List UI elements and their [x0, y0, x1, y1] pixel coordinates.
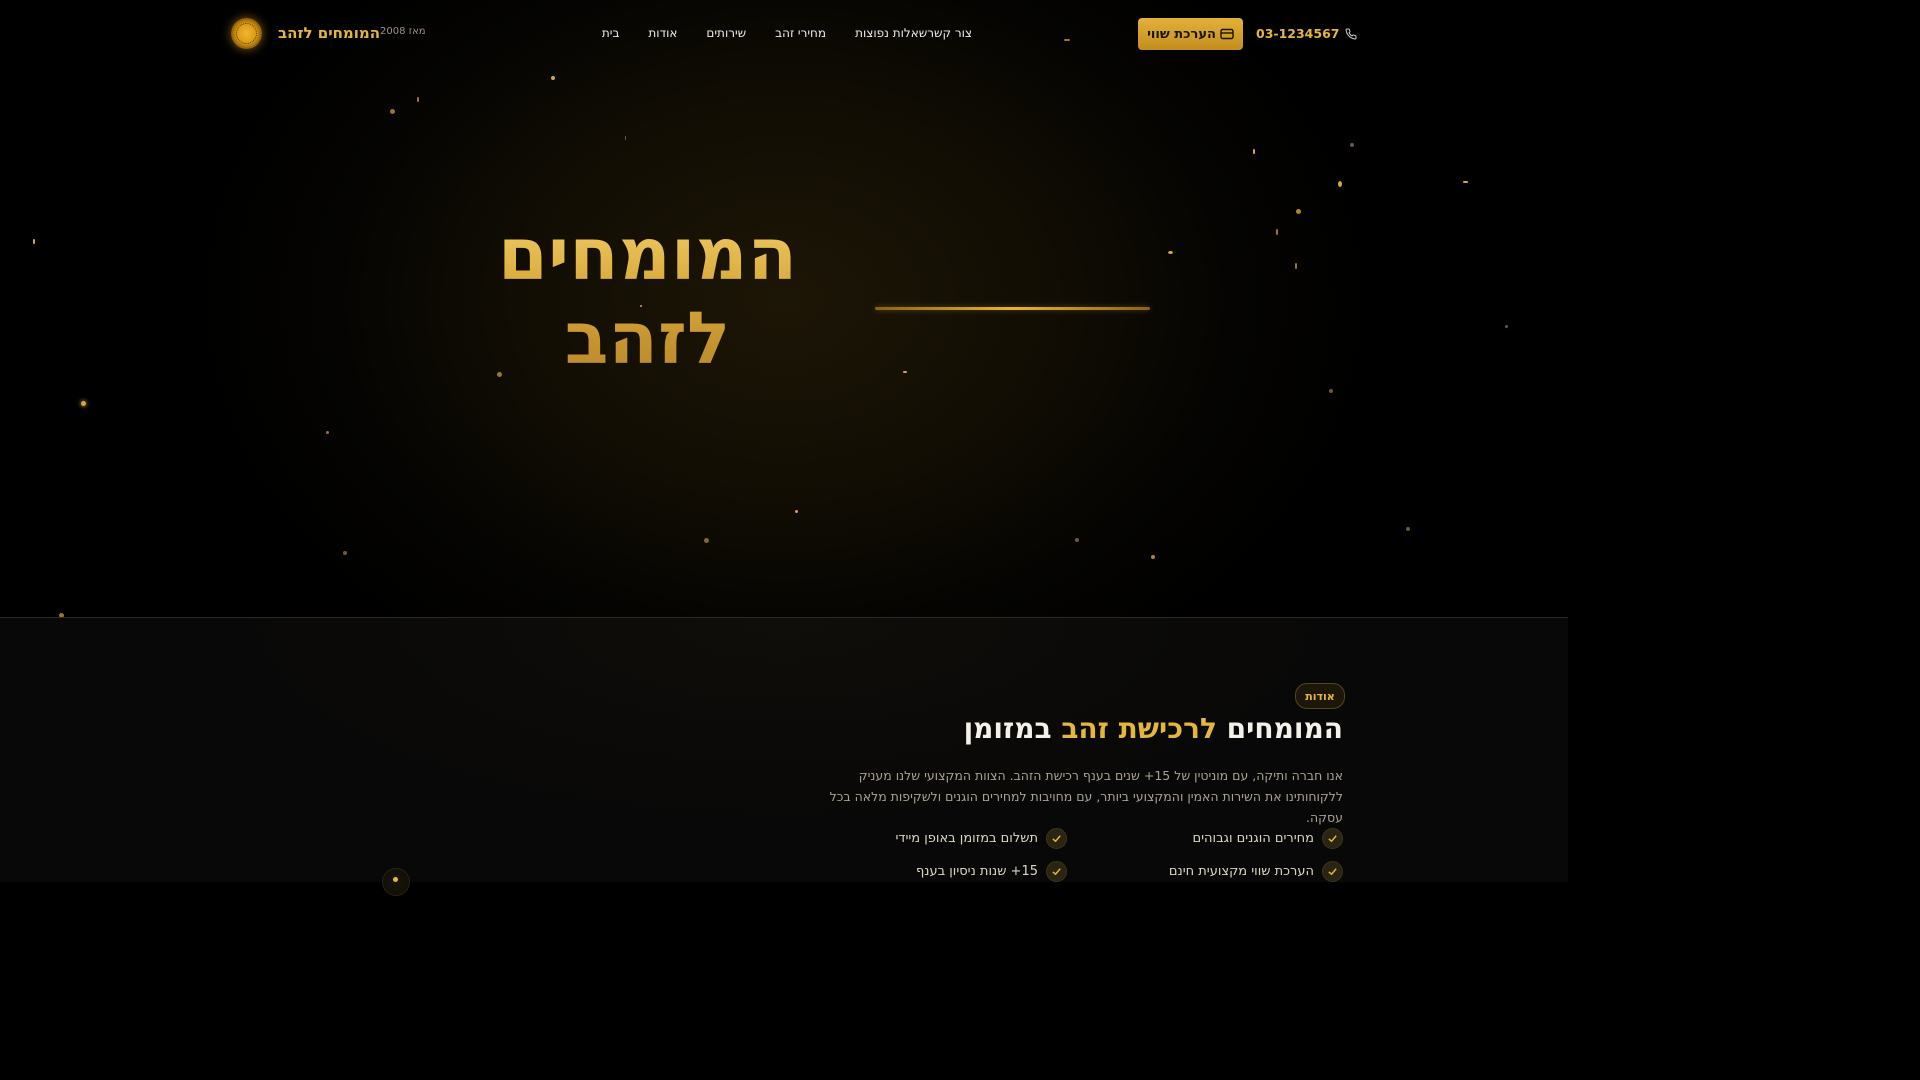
- hero-section: המומחים לזהב: [0, 0, 1568, 618]
- check-icon: [1046, 861, 1067, 882]
- feature-label: תשלום במזומן באופן מיידי: [895, 831, 1038, 846]
- sparkle: [1064, 39, 1070, 41]
- feature-item: הערכת שווי מקצועית חינם: [1169, 861, 1343, 882]
- check-icon: [1322, 828, 1343, 849]
- sparkle: [1253, 149, 1255, 154]
- hero-divider: [875, 307, 1150, 310]
- card-icon: [1220, 28, 1234, 40]
- feature-label: מחירים הוגנים וגבוהים: [1192, 831, 1314, 846]
- nav-item-gold-prices[interactable]: מחירי זהב: [775, 26, 826, 40]
- sparkle: [81, 401, 86, 406]
- about-title-highlight: לרכישת זהב: [1061, 712, 1217, 745]
- coin-icon: [382, 868, 410, 896]
- phone-icon: [1346, 27, 1357, 39]
- sparkle: [1338, 181, 1342, 187]
- check-icon: [1046, 828, 1067, 849]
- nav-item-services[interactable]: שירותים: [706, 26, 746, 40]
- sparkle: [1295, 263, 1297, 269]
- check-icon: [1322, 861, 1343, 882]
- sparkle: [704, 538, 709, 543]
- valuation-button-label: הערכת שווי: [1147, 26, 1216, 42]
- feature-label: הערכת שווי מקצועית חינם: [1168, 864, 1314, 879]
- sparkle: [1075, 538, 1079, 542]
- sparkle: [417, 97, 419, 102]
- hero-title-line-1: המומחים: [497, 212, 798, 296]
- sparkle: [551, 76, 555, 80]
- nav-item-contact[interactable]: צור קשר: [927, 26, 972, 40]
- sparkle: [1168, 251, 1173, 254]
- brand-name[interactable]: המומחים לזהב: [278, 24, 380, 42]
- sparkle: [390, 109, 395, 114]
- main-nav: בית אודות שירותים מחירי זהב שאלות נפוצות…: [573, 26, 972, 40]
- feature-item: מחירים הוגנים וגבוהים: [1193, 828, 1343, 849]
- sparkle: [903, 371, 907, 373]
- about-paragraph: אנו חברה ותיקה, עם מוניטין של 15+ שנים ב…: [829, 768, 1343, 825]
- about-title-part-1: המומחים: [1226, 712, 1343, 745]
- sparkle: [1505, 325, 1508, 328]
- feature-item: 15+ שנות ניסיון בענף: [916, 861, 1067, 882]
- feature-label: 15+ שנות ניסיון בענף: [915, 864, 1038, 879]
- sparkle: [1329, 389, 1333, 393]
- since-label: מאז 2008: [380, 26, 426, 37]
- phone-link[interactable]: 03-1234567: [1256, 26, 1357, 41]
- feature-item: תשלום במזומן באופן מיידי: [895, 828, 1067, 849]
- about-title: המומחים לרכישת זהב במזומן: [964, 712, 1343, 745]
- sparkle: [1151, 555, 1155, 559]
- sparkle: [1406, 527, 1410, 531]
- valuation-button[interactable]: הערכת שווי: [1138, 18, 1243, 50]
- sparkle: [1463, 181, 1468, 183]
- nav-item-faq[interactable]: שאלות נפוצות: [855, 26, 927, 40]
- phone-number: 03-1234567: [1256, 26, 1340, 41]
- sparkle: [625, 136, 626, 140]
- about-badge: אודות: [1295, 683, 1345, 709]
- about-title-part-2: במזומן: [963, 712, 1052, 745]
- nav-item-home[interactable]: בית: [602, 26, 620, 40]
- sparkle: [33, 239, 35, 244]
- sparkle: [326, 431, 329, 434]
- sparkle: [343, 551, 347, 555]
- nav-item-about[interactable]: אודות: [648, 26, 677, 40]
- sparkle: [1350, 143, 1354, 147]
- sparkle: [1296, 209, 1301, 214]
- logo-coin-icon[interactable]: [231, 18, 262, 49]
- hero-title: המומחים לזהב: [470, 212, 825, 380]
- hero-title-line-2: לזהב: [564, 296, 731, 380]
- sparkle: [1276, 229, 1278, 235]
- sparkle: [795, 510, 798, 513]
